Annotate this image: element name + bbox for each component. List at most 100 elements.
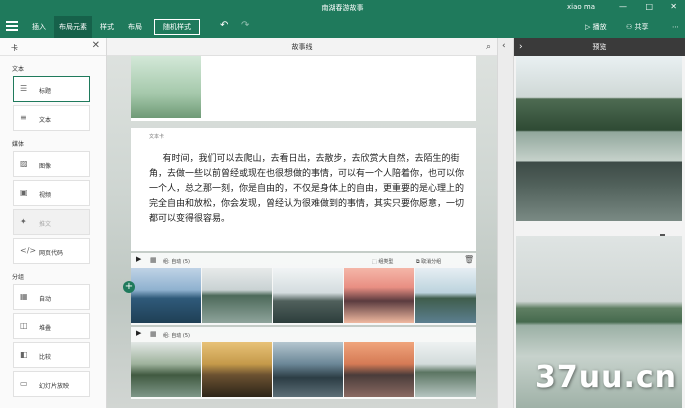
group-1-header: ▶ ▦ 组: 自动 (5) ⬚ 组类型 ⧉ 取消分组 🗑 — [131, 253, 476, 268]
photo-thumbnail[interactable] — [202, 268, 272, 323]
group-icon: ▦ — [150, 256, 157, 264]
card-compare-label: 比较 — [39, 354, 52, 361]
group-1-label: 组: 自动 (5) — [163, 259, 190, 265]
card-code-label: 网页代码 — [39, 250, 64, 257]
text-card[interactable]: 文本卡 有时间，我们可以去爬山，去看日出，去散步，去欣赏大自然，去陌生的街角，去… — [131, 128, 476, 251]
menu-icon[interactable] — [6, 21, 18, 31]
chevron-right-icon[interactable]: › — [519, 38, 523, 56]
video-icon: ▣ — [20, 188, 28, 197]
preview-title: 预览 — [592, 43, 607, 51]
auto-group-icon: ▦ — [20, 292, 28, 301]
photo-thumbnail[interactable] — [131, 268, 201, 323]
title-icon: ☰ — [20, 84, 28, 93]
delete-icon[interactable]: 🗑 — [464, 255, 474, 264]
preview-pane: › 预览 — [514, 38, 685, 408]
group-card-2[interactable]: ▶ ▦ 组: 自动 (5) — [131, 327, 476, 399]
card-video[interactable]: ▣ 视频 — [13, 180, 90, 206]
slideshow-icon: ▭ — [20, 379, 28, 388]
group-card-1[interactable]: ▶ ▦ 组: 自动 (5) ⬚ 组类型 ⧉ 取消分组 🗑 — [131, 253, 476, 325]
text-icon: ≡ — [20, 113, 27, 122]
card-title-label: 标题 — [39, 88, 52, 95]
title-bar: 南湖春游故事 xiao ma — □ ✕ — [0, 0, 685, 16]
random-style-button[interactable]: 随机样式 — [154, 19, 200, 35]
pane-splitter[interactable]: ‹ — [497, 38, 514, 408]
code-icon: </> — [20, 246, 37, 255]
minimize-icon[interactable]: — — [619, 2, 627, 11]
text-card-body[interactable]: 有时间，我们可以去爬山，去看日出，去散步，去欣赏大自然，去陌生的街角，去做一些以… — [149, 152, 467, 227]
image-card[interactable] — [131, 56, 476, 121]
user-name[interactable]: xiao ma — [567, 3, 595, 11]
share-label: 共享 — [634, 23, 649, 31]
card-image[interactable]: ▨ 图像 — [13, 151, 90, 177]
photo-thumbnail[interactable] — [273, 342, 343, 397]
close-panel-icon[interactable]: ✕ — [92, 40, 100, 51]
expand-arrow-icon[interactable]: ▶ — [136, 329, 141, 337]
play-label: 播放 — [592, 23, 607, 31]
card-auto-group[interactable]: ▦ 自动 — [13, 284, 90, 310]
card-title[interactable]: ☰ 标题 — [13, 76, 90, 102]
close-window-icon[interactable]: ✕ — [670, 2, 677, 11]
card-compare[interactable]: ◧ 比较 — [13, 342, 90, 368]
card-code[interactable]: </> 网页代码 — [13, 238, 90, 264]
image-thumbnail — [131, 56, 201, 118]
photo-thumbnail[interactable] — [344, 342, 414, 397]
tab-layout[interactable]: 布局 — [123, 16, 147, 38]
photo-thumbnail[interactable] — [415, 342, 476, 397]
undo-icon[interactable]: ↶ — [220, 20, 228, 31]
tweet-icon: ✦ — [20, 217, 27, 226]
card-slideshow-label: 幻灯片放映 — [39, 383, 70, 390]
group-icon: ▦ — [150, 330, 157, 338]
photo-thumbnail[interactable] — [273, 268, 343, 323]
cards-panel: 卡 ✕ 文本 ☰ 标题 ≡ 文本 媒体 ▨ 图像 ▣ 视频 ✦ 推文 </> 网… — [0, 38, 107, 408]
storyline-title: 故事线 — [291, 43, 313, 51]
share-icon: ⚇ — [626, 23, 633, 31]
share-button[interactable]: ⚇ 共享 — [626, 16, 649, 38]
photo-thumbnail[interactable] — [131, 342, 201, 397]
tab-layout-elements[interactable]: 布局元素 — [54, 16, 92, 38]
compare-icon: ◧ — [20, 350, 28, 359]
photo-thumbnail[interactable] — [202, 342, 272, 397]
photo-thumbnail[interactable] — [344, 268, 414, 323]
card-slideshow[interactable]: ▭ 幻灯片放映 — [13, 371, 90, 397]
card-text[interactable]: ≡ 文本 — [13, 105, 90, 131]
tab-style[interactable]: 样式 — [95, 16, 119, 38]
main-toolbar: 插入 布局元素 样式 布局 随机样式 ↶ ↷ ▷ 播放 ⚇ 共享 ⋯ — [0, 16, 685, 38]
maximize-icon[interactable]: □ — [645, 2, 653, 11]
section-media-label: 媒体 — [12, 141, 25, 148]
ungroup-button[interactable]: ⧉ 取消分组 — [416, 258, 441, 265]
chevron-left-icon[interactable]: ‹ — [502, 41, 506, 51]
section-text-label: 文本 — [12, 66, 25, 73]
storyline-pane: 故事线 ⌕ 文本卡 有时间，我们可以去爬山，去看日出，去散步，去欣赏大自然，去陌… — [107, 38, 497, 408]
photo-thumbnail[interactable] — [415, 268, 476, 323]
tab-insert[interactable]: 插入 — [27, 16, 51, 38]
watermark: 37uu.cn — [535, 360, 677, 395]
card-image-label: 图像 — [39, 163, 52, 170]
preview-image-lake-swans — [516, 56, 682, 221]
card-auto-group-label: 自动 — [39, 296, 52, 303]
group-2-label: 组: 自动 (5) — [163, 333, 190, 339]
play-button[interactable]: ▷ 播放 — [585, 16, 607, 38]
group-type-icon: ⬚ — [372, 259, 377, 265]
image-icon: ▨ — [20, 159, 28, 168]
card-video-label: 视频 — [39, 192, 52, 199]
search-icon[interactable]: ⌕ — [486, 38, 491, 56]
group-type-button[interactable]: ⬚ 组类型 — [372, 258, 393, 265]
expand-arrow-icon[interactable]: ▶ — [136, 255, 141, 263]
card-tweet: ✦ 推文 — [13, 209, 90, 235]
text-card-label: 文本卡 — [149, 134, 165, 140]
cards-panel-header: 卡 ✕ — [0, 38, 106, 56]
more-icon[interactable]: ⋯ — [672, 16, 679, 38]
stack-icon: ◫ — [20, 321, 28, 330]
card-text-label: 文本 — [39, 117, 52, 124]
ungroup-label: 取消分组 — [421, 259, 442, 265]
group-2-header: ▶ ▦ 组: 自动 (5) — [131, 327, 476, 342]
card-stack[interactable]: ◫ 堆叠 — [13, 313, 90, 339]
play-icon: ▷ — [585, 23, 591, 31]
add-card-button[interactable]: + — [123, 281, 135, 293]
preview-header: › 预览 — [514, 38, 685, 56]
redo-icon[interactable]: ↷ — [241, 20, 249, 31]
ungroup-icon: ⧉ — [416, 259, 420, 265]
card-tweet-label: 推文 — [39, 221, 52, 228]
group-type-label: 组类型 — [378, 259, 394, 265]
storyline-header: 故事线 ⌕ — [107, 38, 497, 56]
